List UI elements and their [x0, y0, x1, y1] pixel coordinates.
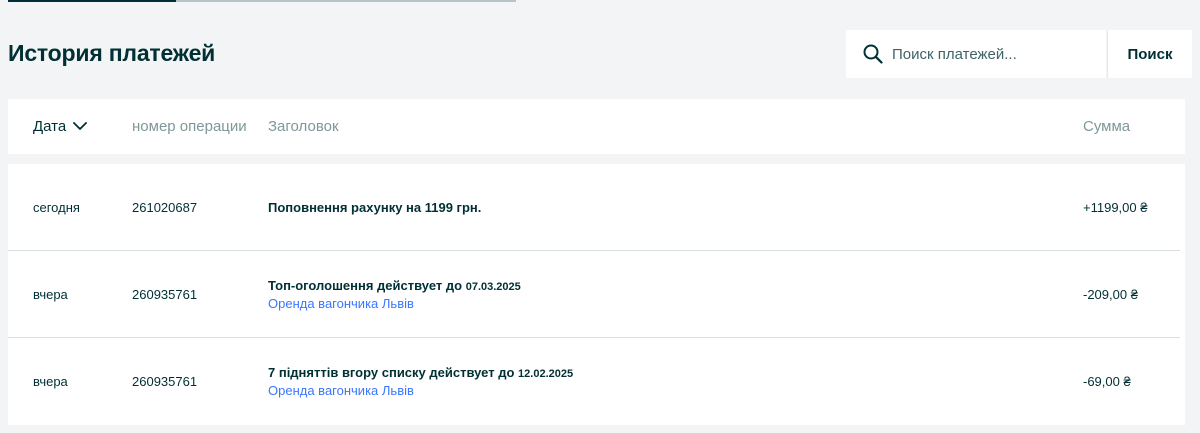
row-amount: -69,00 ₴ [1083, 374, 1131, 389]
column-header-date: Дата [33, 118, 67, 135]
table-row: вчера 260935761 Топ-оголошення действует… [8, 251, 1180, 338]
search-icon [862, 43, 884, 65]
row-title-text: 7 підняттів вгору списку действует до [268, 365, 515, 380]
payments-table: сегодня 261020687 Поповнення рахунку на … [8, 164, 1185, 425]
search-button[interactable]: Поиск [1107, 30, 1192, 78]
row-amount: +1199,00 ₴ [1083, 200, 1148, 215]
column-header-operation-number: номер операции [132, 118, 247, 135]
row-amount: -209,00 ₴ [1083, 287, 1138, 302]
row-date: вчера [33, 287, 68, 302]
row-title: Топ-оголошення действует до 07.03.2025 [268, 278, 521, 293]
row-title-cell: Топ-оголошення действует до 07.03.2025 О… [268, 251, 521, 338]
row-date: сегодня [33, 200, 80, 215]
column-header-title: Заголовок [268, 118, 339, 135]
table-row: вчера 260935761 7 підняттів вгору списку… [8, 338, 1180, 425]
row-title-date: 07.03.2025 [465, 281, 521, 293]
row-operation-number: 261020687 [132, 200, 198, 215]
row-date: вчера [33, 374, 68, 389]
search-box[interactable] [846, 30, 1106, 78]
row-operation-number: 260935761 [132, 287, 198, 302]
row-title: Поповнення рахунку на 1199 грн. [268, 200, 482, 215]
row-title: 7 підняттів вгору списку действует до 12… [268, 365, 573, 380]
row-title-cell: Поповнення рахунку на 1199 грн. [268, 164, 481, 251]
row-ad-link[interactable]: Оренда вагончика Львів [268, 296, 521, 311]
top-tabs-underline [8, 0, 516, 2]
row-title-cell: 7 підняттів вгору списку действует до 12… [268, 338, 573, 425]
chevron-down-icon [73, 122, 88, 131]
page-title: История платежей [8, 40, 216, 66]
sort-by-date-button[interactable]: Дата [33, 99, 88, 154]
row-title-date: 12.02.2025 [518, 368, 574, 380]
row-title-text: Топ-оголошення действует до [268, 278, 463, 293]
table-header: Дата номер операции Заголовок Сумма [8, 99, 1185, 154]
column-header-amount: Сумма [1083, 118, 1131, 135]
table-row: сегодня 261020687 Поповнення рахунку на … [8, 164, 1180, 251]
row-ad-link[interactable]: Оренда вагончика Львів [268, 383, 573, 398]
row-operation-number: 260935761 [132, 374, 198, 389]
search-input[interactable] [892, 45, 1092, 63]
active-tab-indicator [8, 0, 176, 2]
